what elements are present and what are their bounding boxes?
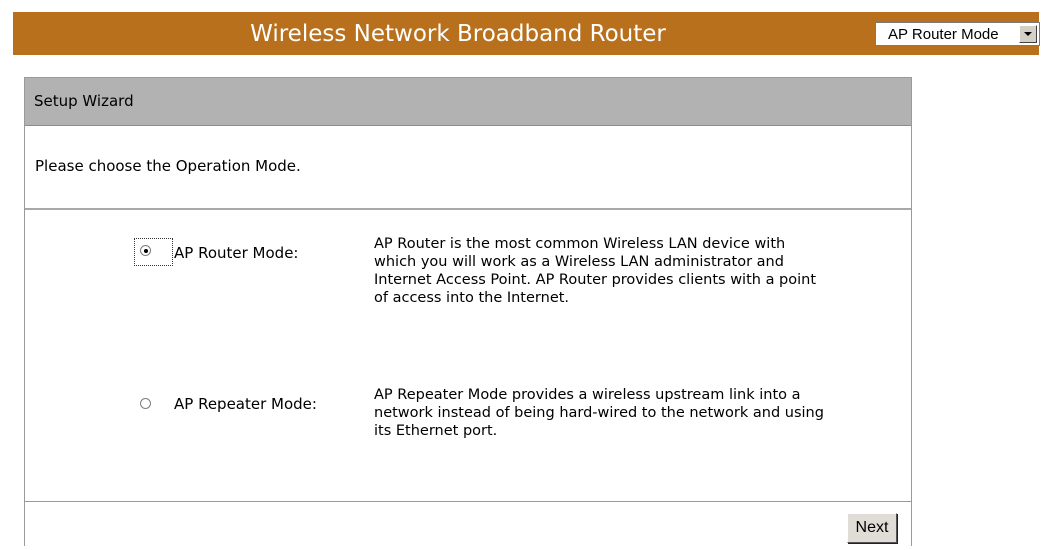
ap-router-mode-label[interactable]: AP Router Mode:	[174, 244, 298, 262]
panel-title: Setup Wizard	[25, 78, 911, 126]
ap-repeater-mode-radio[interactable]	[140, 398, 151, 409]
header-bar: Wireless Network Broadband Router AP Rou…	[13, 12, 1040, 55]
ap-router-mode-radio[interactable]	[140, 245, 151, 256]
instruction-text: Please choose the Operation Mode.	[25, 126, 911, 210]
ap-repeater-mode-description: AP Repeater Mode provides a wireless ups…	[374, 387, 824, 439]
operation-mode-dropdown[interactable]: AP Router Mode	[875, 22, 1040, 46]
next-button[interactable]: Next	[847, 513, 897, 543]
mode-options: AP Router Mode: AP Router is the most co…	[25, 210, 911, 502]
setup-wizard-panel: Setup Wizard Please choose the Operation…	[24, 77, 912, 546]
chevron-down-icon[interactable]	[1019, 25, 1037, 43]
page-title: Wireless Network Broadband Router	[250, 21, 666, 47]
ap-router-mode-description: AP Router is the most common Wireless LA…	[374, 236, 817, 306]
ap-repeater-mode-label[interactable]: AP Repeater Mode:	[174, 395, 317, 413]
operation-mode-dropdown-value: AP Router Mode	[888, 25, 999, 43]
wizard-footer: Next	[25, 502, 911, 550]
